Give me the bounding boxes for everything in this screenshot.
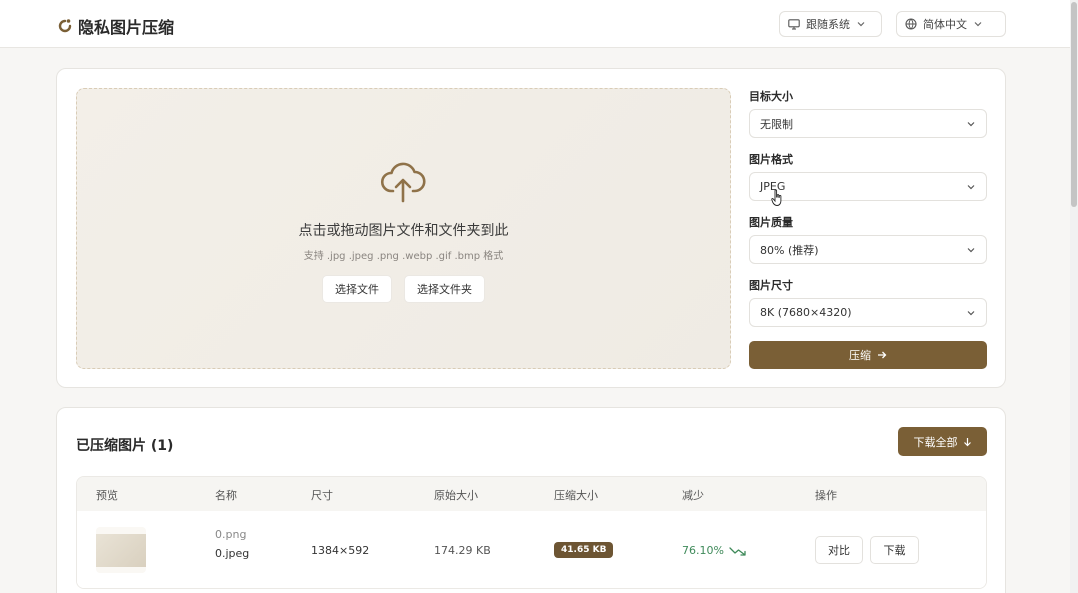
table-row: 0.png 0.jpeg 1384×592 174.29 KB 41.65 KB… xyxy=(77,511,986,588)
download-all-label: 下载全部 xyxy=(913,435,958,449)
app-title: 隐私图片压缩 xyxy=(78,18,175,37)
page-scrollbar[interactable] xyxy=(1070,0,1078,593)
download-all-button[interactable]: 下载全部 xyxy=(898,427,987,456)
column-header: 减少 xyxy=(682,489,704,502)
reduction-value: 76.10% xyxy=(682,544,747,557)
dimension-select[interactable]: 8K (7680×4320) xyxy=(749,298,987,327)
chevron-down-icon xyxy=(967,310,975,315)
trending-down-icon xyxy=(729,546,746,556)
language-select-value: 简体中文 xyxy=(923,18,967,31)
select-files-button[interactable]: 选择文件 xyxy=(322,275,392,303)
upload-title: 点击或拖动图片文件和文件夹到此 xyxy=(298,223,509,239)
theme-select-value: 跟随系统 xyxy=(806,18,850,31)
top-bar: 隐私图片压缩 跟随系统 简体中文 xyxy=(0,0,1070,48)
dimension-label: 图片尺寸 xyxy=(749,279,793,292)
dimension-value: 8K (7680×4320) xyxy=(760,306,852,319)
logo-icon xyxy=(58,19,72,33)
theme-select[interactable]: 跟随系统 xyxy=(779,11,882,37)
quality-label: 图片质量 xyxy=(749,216,793,229)
target-size-select[interactable]: 无限制 xyxy=(749,109,987,138)
scrollbar-thumb[interactable] xyxy=(1071,2,1077,207)
column-header: 名称 xyxy=(215,489,237,502)
chevron-down-icon xyxy=(967,184,975,189)
download-button[interactable]: 下载 xyxy=(870,536,919,564)
compress-button[interactable]: 压缩 xyxy=(749,341,987,369)
results-title: 已压缩图片 (1) xyxy=(76,438,174,454)
original-size: 174.29 KB xyxy=(434,544,491,557)
chevron-down-icon xyxy=(857,22,865,27)
target-size-label: 目标大小 xyxy=(749,90,793,103)
compressed-size-badge: 41.65 KB xyxy=(554,542,614,558)
cloud-upload-icon xyxy=(380,162,426,203)
column-header: 预览 xyxy=(96,489,118,502)
chevron-down-icon xyxy=(967,121,975,126)
quality-value: 80% (推荐) xyxy=(760,243,819,257)
select-folder-button[interactable]: 选择文件夹 xyxy=(404,275,485,303)
upload-subtitle: 支持 .jpg .jpeg .png .webp .gif .bmp 格式 xyxy=(303,251,504,262)
reduction-percent: 76.10% xyxy=(682,544,724,557)
column-header: 操作 xyxy=(815,489,837,502)
image-dimensions: 1384×592 xyxy=(311,544,370,557)
arrow-down-icon xyxy=(963,437,971,446)
compare-button[interactable]: 对比 xyxy=(815,536,863,564)
compressed-filename: 0.jpeg xyxy=(215,547,250,560)
table-header: 预览 名称 尺寸 原始大小 压缩大小 减少 操作 xyxy=(77,477,986,511)
hand-cursor-icon xyxy=(771,189,782,206)
globe-icon xyxy=(905,18,917,30)
results-table: 预览 名称 尺寸 原始大小 压缩大小 减少 操作 0.png 0.jpeg 13… xyxy=(76,476,987,589)
image-preview-thumbnail[interactable] xyxy=(96,527,146,573)
chevron-down-icon xyxy=(974,22,982,27)
preview-image xyxy=(96,533,146,567)
chevron-down-icon xyxy=(967,247,975,252)
original-filename: 0.png xyxy=(215,528,247,541)
target-size-value: 无限制 xyxy=(760,117,793,131)
column-header: 尺寸 xyxy=(311,489,333,502)
results-card: 已压缩图片 (1) 下载全部 预览 名称 尺寸 原始大小 压缩大小 减少 操作 … xyxy=(56,407,1006,593)
language-select[interactable]: 简体中文 xyxy=(896,11,1006,37)
arrow-right-icon xyxy=(878,351,887,359)
format-label: 图片格式 xyxy=(749,153,793,166)
brand[interactable]: 隐私图片压缩 xyxy=(58,14,174,38)
column-header: 原始大小 xyxy=(434,489,478,502)
column-header: 压缩大小 xyxy=(554,489,598,502)
format-select[interactable]: JPEG xyxy=(749,172,987,201)
compress-button-label: 压缩 xyxy=(849,349,871,362)
quality-select[interactable]: 80% (推荐) xyxy=(749,235,987,264)
upload-dropzone[interactable]: 点击或拖动图片文件和文件夹到此 支持 .jpg .jpeg .png .webp… xyxy=(76,88,731,369)
monitor-icon xyxy=(788,18,800,30)
upload-card: 点击或拖动图片文件和文件夹到此 支持 .jpg .jpeg .png .webp… xyxy=(56,68,1006,388)
